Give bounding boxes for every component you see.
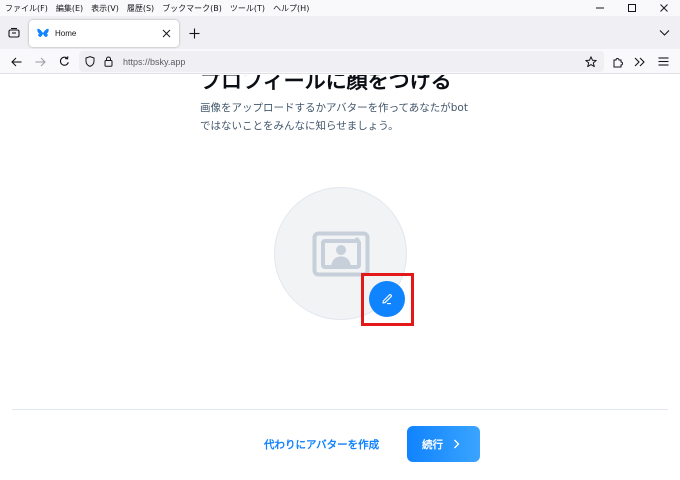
chevron-right-icon [453,439,460,449]
menu-history[interactable]: 履歴(S) [123,3,158,14]
menu-help[interactable]: ヘルプ(H) [269,3,313,14]
maximize-icon [628,4,636,12]
puzzle-icon [613,57,623,67]
app-menu-button[interactable] [655,53,672,70]
tab-close-button[interactable] [160,27,173,40]
description-line-1: 画像をアップロードするかアバターを作ってあなたがbot [200,102,468,114]
tab-home[interactable]: Home [29,20,179,47]
url-text: https://bsky.app [123,56,186,67]
menu-file[interactable]: ファイル(F) [0,3,52,14]
hamburger-menu-icon [658,57,669,66]
forward-button[interactable] [32,53,49,70]
reload-button[interactable] [56,53,73,70]
page-content: プロフィールに顔をつける 画像をアップロードするかアバターを作ってあなたがbot… [0,75,680,480]
window-controls [584,0,680,16]
back-arrow-icon [11,57,22,66]
menu-edit[interactable]: 編集(E) [52,3,87,14]
minimize-button[interactable] [584,0,616,16]
star-icon [584,55,597,67]
continue-label: 続行 [422,438,443,451]
create-avatar-button[interactable]: 代わりにアバターを作成 [264,437,379,452]
page-description: 画像をアップロードするかアバターを作ってあなたがbot ではないことをみんなに知… [200,99,490,135]
image-placeholder-icon [312,231,369,276]
menu-view[interactable]: 表示(V) [87,3,123,14]
continue-button[interactable]: 続行 [407,426,480,462]
butterfly-icon [37,28,49,40]
highlight-box [361,273,414,326]
tab-strip: Home [0,16,680,49]
back-button[interactable] [8,53,25,70]
close-icon [660,4,668,12]
navigation-bar: https://bsky.app [0,49,680,74]
overflow-menu-button[interactable] [631,53,648,70]
chevron-down-icon [659,30,669,36]
lock-icon[interactable] [101,55,115,69]
minimize-icon [596,7,604,9]
description-line-2: ではないことをみんなに知らせましょう。 [200,120,399,132]
menu-bar: ファイル(F) 編集(E) 表示(V) 履歴(S) ブックマーク(B) ツール(… [0,0,680,16]
forward-arrow-icon [35,57,46,66]
list-all-tabs-button[interactable] [656,25,672,41]
url-bar[interactable]: https://bsky.app [79,51,604,72]
menu-tools[interactable]: ツール(T) [226,3,269,14]
footer-divider [12,409,668,410]
menu-bookmarks[interactable]: ブックマーク(B) [158,3,226,14]
plus-icon [189,28,199,38]
firefox-view-button[interactable] [5,24,23,42]
maximize-button[interactable] [616,0,648,16]
double-chevron-right-icon [634,57,645,66]
page-title: プロフィールに顔をつける [200,75,452,93]
shield-icon[interactable] [83,55,97,69]
bookmark-star-button[interactable] [582,53,599,70]
reload-icon [59,56,69,66]
tab-title: Home [55,29,77,38]
new-tab-button[interactable] [186,25,202,41]
close-icon [162,29,171,38]
tab-list-icon [8,27,20,38]
close-window-button[interactable] [648,0,680,16]
extensions-button[interactable] [609,53,626,70]
